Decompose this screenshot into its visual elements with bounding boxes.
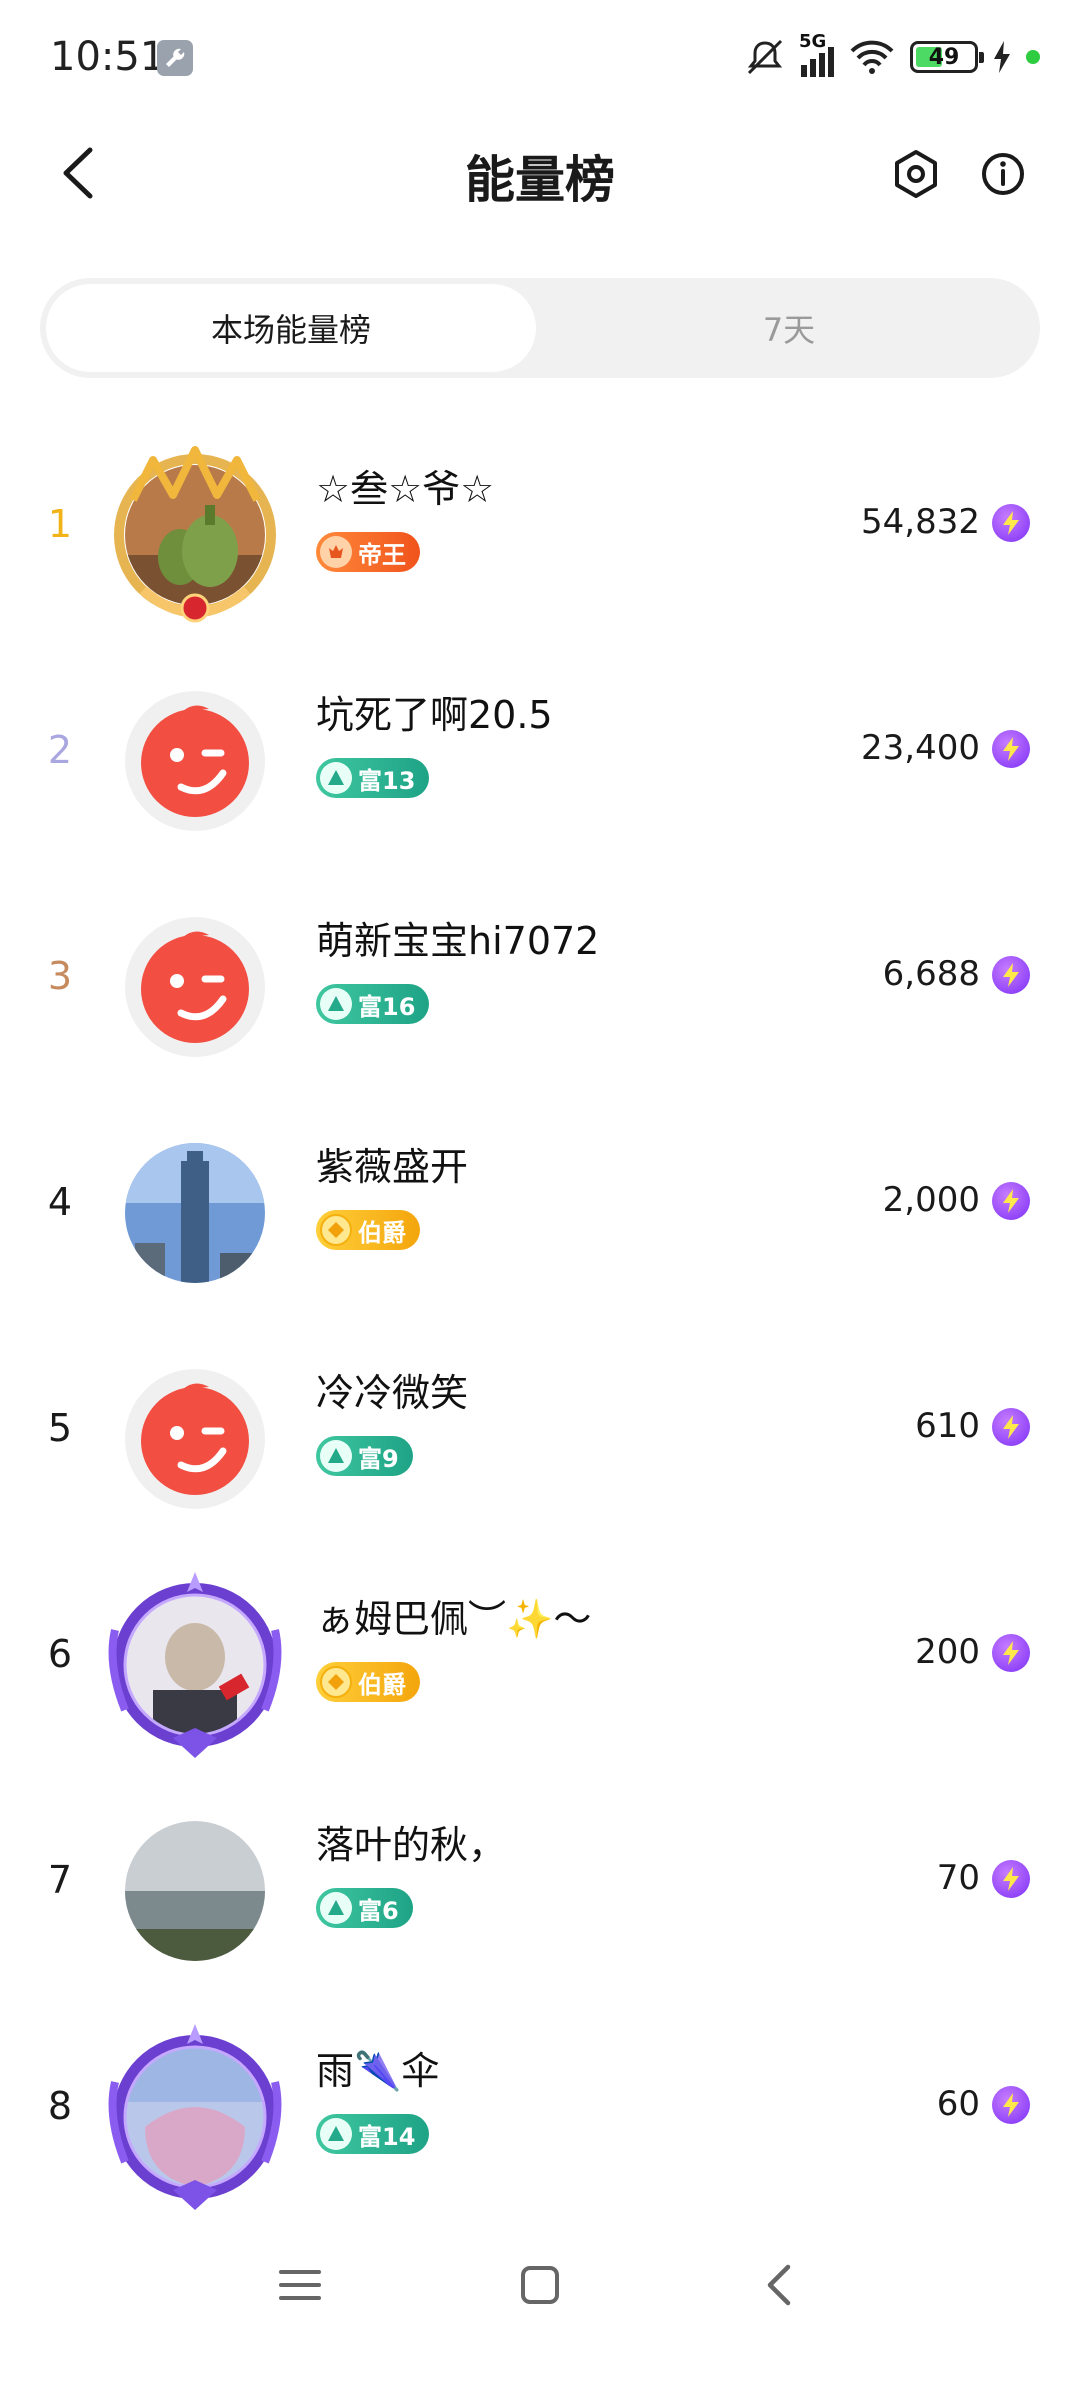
level-badge: 富13 bbox=[316, 758, 430, 798]
lightning-icon bbox=[992, 956, 1030, 994]
tab-current-session[interactable]: 本场能量榜 bbox=[46, 284, 536, 372]
count-badge-icon bbox=[320, 1214, 352, 1246]
rich-level-icon bbox=[320, 2118, 352, 2150]
energy-score: 54,832 bbox=[861, 502, 980, 542]
lightning-icon bbox=[992, 504, 1030, 542]
rich-level-icon bbox=[320, 988, 352, 1020]
avatar[interactable] bbox=[125, 2047, 265, 2187]
rank-number: 1 bbox=[47, 502, 73, 546]
lightning-icon bbox=[992, 1182, 1030, 1220]
list-item[interactable]: 1 ☆叁☆爷☆ 帝王 54,832 bbox=[0, 420, 1080, 650]
level-badge: 富6 bbox=[316, 1888, 413, 1928]
level-badge: 富16 bbox=[316, 984, 430, 1024]
user-name: ☆叁☆爷☆ bbox=[316, 467, 495, 511]
hexagon-settings-icon bbox=[895, 150, 937, 198]
energy-score: 6,688 bbox=[882, 954, 980, 994]
wifi-icon bbox=[850, 40, 894, 74]
king-badge-icon bbox=[320, 536, 352, 568]
badge-label: 伯爵 bbox=[358, 1670, 406, 1699]
energy-score: 610 bbox=[915, 1406, 980, 1446]
lightning-icon bbox=[992, 2086, 1030, 2124]
rank-number: 7 bbox=[47, 1858, 73, 1902]
badge-label: 富13 bbox=[358, 766, 416, 795]
settings-button[interactable] bbox=[888, 146, 944, 202]
privacy-dot bbox=[1026, 50, 1040, 64]
system-back-button[interactable] bbox=[745, 2250, 815, 2320]
rich-level-icon bbox=[320, 1440, 352, 1472]
list-item[interactable]: 6 ぁ姆巴佩︶✨～ 伯爵 200 bbox=[0, 1550, 1080, 1780]
badge-label: 富16 bbox=[358, 992, 416, 1021]
square-icon bbox=[521, 2266, 559, 2304]
avatar[interactable] bbox=[125, 1369, 265, 1509]
signal-icon: 5G bbox=[799, 31, 834, 77]
level-badge: 富9 bbox=[316, 1436, 413, 1476]
list-item[interactable]: 2 坑死了啊20.5 富13 23,400 bbox=[0, 646, 1080, 876]
badge-label: 富9 bbox=[358, 1444, 399, 1473]
list-item[interactable]: 8 雨🌂伞 富14 60 bbox=[0, 2002, 1080, 2232]
lightning-icon bbox=[992, 1634, 1030, 1672]
avatar[interactable] bbox=[125, 917, 265, 1057]
system-nav-bar bbox=[0, 2230, 1080, 2340]
tab-7-days[interactable]: 7天 bbox=[544, 284, 1034, 372]
badge-label: 伯爵 bbox=[358, 1218, 406, 1247]
rich-level-icon bbox=[320, 762, 352, 794]
level-badge: 伯爵 bbox=[316, 1662, 420, 1702]
status-bar: 10:51 5G 49 bbox=[0, 0, 1080, 120]
energy-score: 60 bbox=[936, 2084, 980, 2124]
avatar[interactable] bbox=[125, 1595, 265, 1735]
list-item[interactable]: 5 冷冷微笑 富9 610 bbox=[0, 1324, 1080, 1554]
home-button[interactable] bbox=[505, 2250, 575, 2320]
user-name: 紫薇盛开 bbox=[316, 1145, 469, 1189]
level-badge: 伯爵 bbox=[316, 1210, 420, 1250]
avatar[interactable] bbox=[125, 1143, 265, 1283]
energy-score: 70 bbox=[936, 1858, 980, 1898]
info-icon bbox=[982, 153, 1024, 195]
energy-score: 2,000 bbox=[882, 1180, 980, 1220]
energy-score: 23,400 bbox=[861, 728, 980, 768]
tab-bar: 本场能量榜 7天 bbox=[40, 278, 1040, 378]
rank-number: 4 bbox=[47, 1180, 73, 1224]
badge-label: 富6 bbox=[358, 1896, 399, 1925]
rank-number: 6 bbox=[47, 1632, 73, 1676]
list-item[interactable]: 3 萌新宝宝hi7072 富16 6,688 bbox=[0, 872, 1080, 1102]
info-button[interactable] bbox=[975, 146, 1031, 202]
chevron-left-icon bbox=[767, 2264, 791, 2306]
wrench-icon bbox=[157, 40, 193, 76]
badge-label: 帝王 bbox=[358, 540, 406, 569]
avatar[interactable] bbox=[125, 465, 265, 605]
level-badge: 帝王 bbox=[316, 532, 420, 572]
rank-number: 5 bbox=[47, 1406, 73, 1450]
lightning-icon bbox=[992, 1860, 1030, 1898]
status-time: 10:51 bbox=[50, 34, 166, 80]
lightning-icon bbox=[992, 730, 1030, 768]
user-name: 冷冷微笑 bbox=[316, 1371, 469, 1415]
battery-icon: 49 bbox=[910, 41, 984, 73]
user-name: 雨🌂伞 bbox=[316, 2049, 440, 2093]
header: 能量榜 bbox=[0, 120, 1080, 230]
rank-number: 8 bbox=[47, 2084, 73, 2128]
mute-icon bbox=[747, 39, 783, 75]
user-name: 坑死了啊20.5 bbox=[316, 693, 553, 737]
battery-level: 49 bbox=[928, 44, 960, 70]
rich-level-icon bbox=[320, 1892, 352, 1924]
charging-icon bbox=[994, 41, 1010, 73]
list-item[interactable]: 4 紫薇盛开 伯爵 2,000 bbox=[0, 1098, 1080, 1328]
network-type: 5G bbox=[799, 31, 827, 52]
level-badge: 富14 bbox=[316, 2114, 430, 2154]
lightning-icon bbox=[992, 1408, 1030, 1446]
avatar[interactable] bbox=[125, 691, 265, 831]
user-name: 落叶的秋， bbox=[316, 1823, 507, 1867]
user-name: 萌新宝宝hi7072 bbox=[316, 919, 600, 963]
rank-number: 3 bbox=[47, 954, 73, 998]
badge-label: 富14 bbox=[358, 2122, 416, 2151]
menu-button[interactable] bbox=[265, 2250, 335, 2320]
avatar[interactable] bbox=[125, 1821, 265, 1961]
status-icons: 5G 49 bbox=[743, 31, 1040, 82]
rank-number: 2 bbox=[47, 728, 73, 772]
count-badge-icon bbox=[320, 1666, 352, 1698]
list-item[interactable]: 7 落叶的秋， 富6 70 bbox=[0, 1776, 1080, 2006]
menu-icon bbox=[279, 2270, 321, 2300]
energy-score: 200 bbox=[915, 1632, 980, 1672]
user-name: ぁ姆巴佩︶✨～ bbox=[316, 1597, 592, 1641]
